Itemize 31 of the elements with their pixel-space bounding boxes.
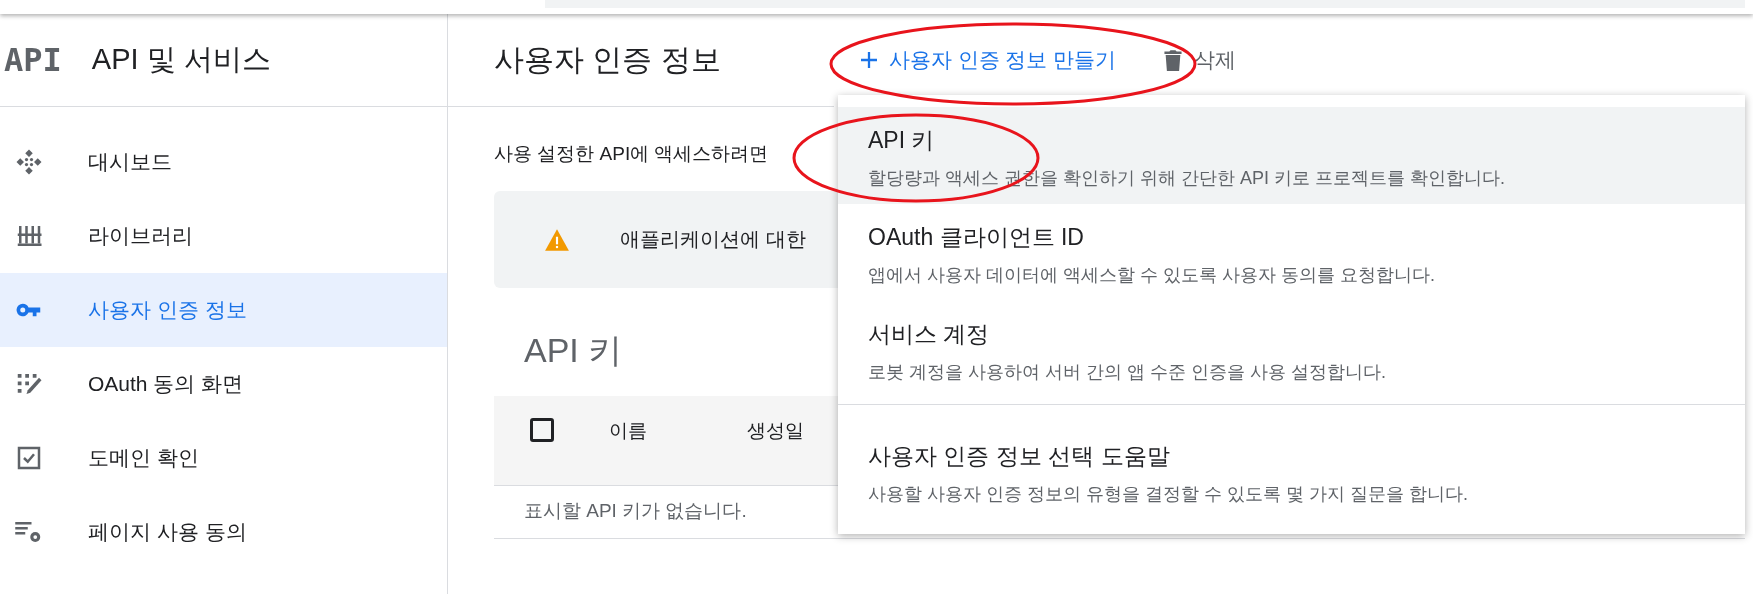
sidebar-item[interactable]: 페이지 사용 동의 <box>0 495 447 569</box>
menu-item-description: 로봇 계정을 사용하여 서버 간의 앱 수준 인증을 사용 설정합니다. <box>868 361 1387 384</box>
trash-icon <box>1164 49 1183 71</box>
menu-item-title: 사용자 인증 정보 선택 도움말 <box>868 442 1171 471</box>
page-title: 사용자 인증 정보 <box>494 41 721 78</box>
menu-item-description: 사용할 사용자 인증 정보의 유형을 결정할 수 있도록 몇 가지 질문을 합니다. <box>868 483 1469 506</box>
intro-text: 사용 설정한 API에 액세스하려면 <box>494 142 769 166</box>
empty-message: 표시할 API 키가 없습니다. <box>524 500 747 521</box>
plus-icon <box>860 52 877 68</box>
menu-item[interactable]: OAuth 클라이언트 ID 앱에서 사용자 데이터에 액세스할 수 있도록 사용자 동의를 요청합니다. <box>838 204 1745 301</box>
section-heading: API 키 <box>524 330 623 371</box>
sidebar-item[interactable]: 도메인 확인 <box>0 421 447 495</box>
menu-item-description: 앱에서 사용자 데이터에 액세스할 수 있도록 사용자 동의를 요청합니다. <box>868 264 1436 287</box>
warning-icon <box>544 227 570 252</box>
menu-item-title: OAuth 클라이언트 ID <box>868 223 1085 252</box>
product-title: API 및 서비스 <box>91 42 271 77</box>
menu-item-title: 서비스 계정 <box>868 320 991 349</box>
column-header: 이름 <box>609 419 647 443</box>
sidebar-item[interactable]: OAuth 동의 화면 <box>0 347 447 421</box>
menu-item[interactable]: 사용자 인증 정보 선택 도움말 사용할 사용자 인증 정보의 유형을 결정할 수 있도록 몇 가지 질문을 합니다. <box>838 423 1745 520</box>
select-all-checkbox[interactable] <box>530 418 554 442</box>
dashboard-icon <box>14 147 44 177</box>
menu-item-title: API 키 <box>868 126 936 155</box>
api-logo: API <box>4 41 62 79</box>
sidebar-item[interactable]: 사용자 인증 정보 <box>0 273 447 347</box>
menu-item[interactable]: 서비스 계정 로봇 계정을 사용하여 서버 간의 앱 수준 인증을 사용 설정합니다. <box>838 301 1745 398</box>
column-header: 생성일 <box>747 419 804 443</box>
sidebar-item[interactable]: 대시보드 <box>0 125 447 199</box>
delete-button[interactable]: 삭제 <box>1156 40 1245 80</box>
warning-text: 애플리케이션에 대한 <box>620 227 806 252</box>
sidebar-item[interactable]: 라이브러리 <box>0 199 447 273</box>
